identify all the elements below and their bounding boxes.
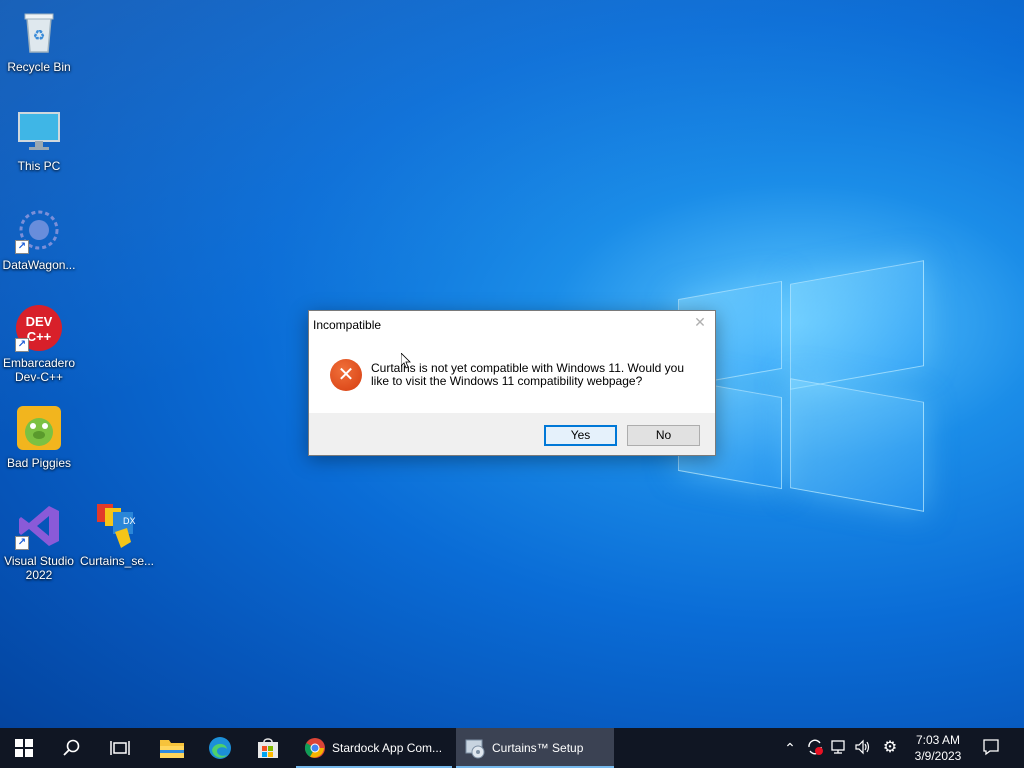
windows-start-icon — [15, 739, 33, 757]
shortcut-arrow-icon: ↗ — [15, 338, 29, 352]
desktop-icon-label: Bad Piggies — [6, 456, 72, 470]
desktop-icon-bad-piggies[interactable]: Bad Piggies — [0, 404, 78, 470]
network-icon[interactable] — [829, 738, 849, 758]
sync-error-icon[interactable] — [805, 738, 825, 758]
volume-icon[interactable] — [853, 738, 873, 758]
store-icon — [258, 738, 278, 758]
devcpp-icon: DEV C++ ↗ — [15, 304, 63, 352]
monitor-icon — [15, 107, 63, 155]
mouse-cursor-icon — [401, 353, 411, 369]
visual-studio-icon: ↗ — [15, 502, 63, 550]
dialog-footer: Yes No — [309, 413, 715, 455]
desktop-icon-datawagon[interactable]: ↗ DataWagon... — [0, 206, 78, 272]
edge-button[interactable] — [196, 728, 244, 768]
chrome-icon — [304, 738, 325, 758]
search-icon — [63, 739, 80, 756]
desktop-icon-label: Recycle Bin — [7, 60, 71, 74]
store-button[interactable] — [244, 728, 292, 768]
gear-icon[interactable]: ⚙ — [880, 738, 900, 758]
clock-date: 3/9/2023 — [914, 749, 962, 763]
clock[interactable]: 7:03 AM 3/9/2023 — [910, 732, 966, 764]
desktop-icon-devcpp[interactable]: DEV C++ ↗ Embarcadero Dev-C++ — [0, 304, 78, 384]
svg-text:C++: C++ — [27, 329, 52, 344]
task-view-button[interactable] — [96, 728, 144, 768]
edge-icon — [209, 737, 231, 759]
task-view-icon — [110, 741, 130, 755]
taskbar-app-stardock[interactable]: Stardock App Com... — [296, 728, 452, 768]
taskbar-app-label: Stardock App Com... — [332, 741, 443, 755]
desktop-icon-label: DataWagon... — [2, 258, 76, 272]
devcpp-logo-text: DEV — [26, 314, 53, 329]
setup-icon — [465, 739, 485, 759]
dialog-message: Curtains is not yet compatible with Wind… — [371, 361, 685, 388]
desktop-icon-label: Embarcadero Dev-C++ — [2, 356, 76, 384]
taskbar-app-label: Curtains™ Setup — [492, 741, 584, 755]
desktop-icon-label: Curtains_se... — [79, 554, 155, 568]
clock-time: 7:03 AM — [915, 733, 961, 747]
desktop-icon-label: Visual Studio 2022 — [4, 554, 74, 582]
notification-icon[interactable] — [981, 738, 1001, 758]
svg-text:♻: ♻ — [33, 27, 46, 43]
svg-text:DX: DX — [123, 516, 136, 526]
desktop-icon-this-pc[interactable]: This PC — [0, 107, 78, 173]
bad-piggies-icon — [15, 404, 63, 452]
datawagon-icon: ↗ — [15, 206, 63, 254]
incompatible-dialog: Incompatible ✕ ✕ Curtains is not yet com… — [308, 310, 716, 456]
shortcut-arrow-icon: ↗ — [15, 536, 29, 550]
error-icon: ✕ — [330, 359, 362, 391]
desktop-icon-recycle-bin[interactable]: ♻ Recycle Bin — [0, 8, 78, 74]
taskbar-app-curtains-setup[interactable]: Curtains™ Setup — [456, 728, 614, 768]
chevron-up-icon[interactable]: ⌃ — [780, 738, 800, 758]
close-icon[interactable]: ✕ — [693, 315, 707, 329]
search-button[interactable] — [48, 728, 96, 768]
shortcut-arrow-icon: ↗ — [15, 240, 29, 254]
curtains-setup-icon: DX — [93, 502, 141, 550]
recycle-bin-icon: ♻ — [15, 8, 63, 56]
folder-icon — [160, 740, 184, 758]
start-button[interactable] — [0, 728, 48, 768]
no-button[interactable]: No — [627, 425, 700, 446]
yes-button[interactable]: Yes — [544, 425, 617, 446]
desktop-icon-curtains-setup[interactable]: DX Curtains_se... — [78, 502, 156, 568]
file-explorer-button[interactable] — [148, 728, 196, 768]
desktop-icon-label: This PC — [17, 159, 61, 173]
desktop-icon-visual-studio[interactable]: ↗ Visual Studio 2022 — [0, 502, 78, 582]
dialog-title: Incompatible — [313, 318, 382, 332]
taskbar: Stardock App Com... Curtains™ Setup ⌃ ⚙ … — [0, 728, 1024, 768]
